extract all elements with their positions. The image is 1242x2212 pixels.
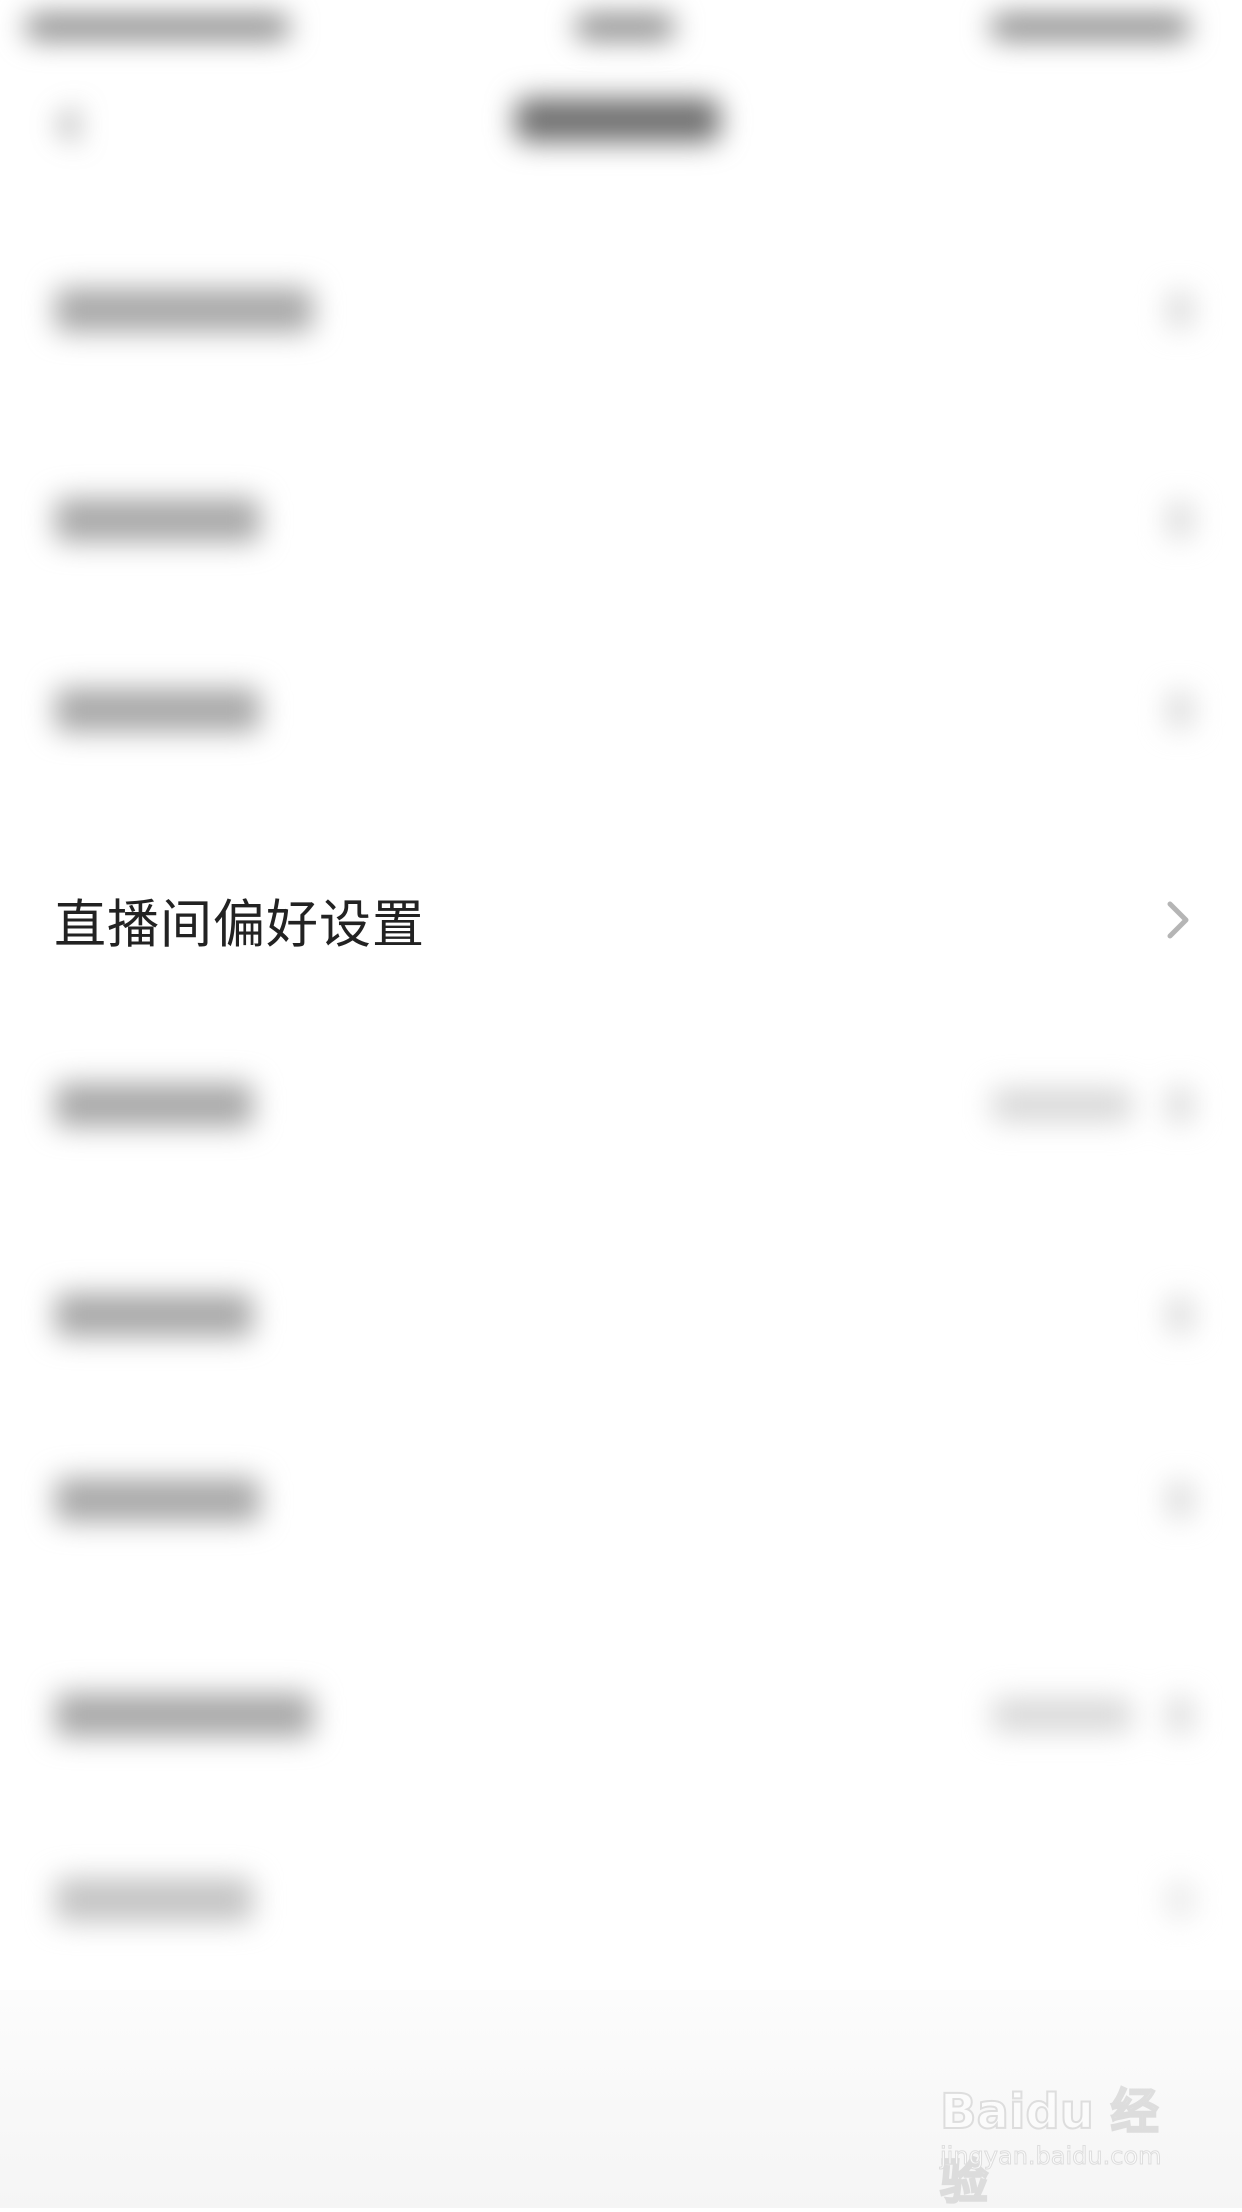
chevron-right-icon <box>1168 292 1192 328</box>
chevron-right-icon <box>1168 1297 1192 1333</box>
chevron-right-icon <box>1168 692 1192 728</box>
status-bar <box>0 0 1242 60</box>
chevron-right-icon <box>1168 1087 1192 1123</box>
row-value <box>992 1088 1132 1122</box>
page-title <box>515 98 720 142</box>
live-room-preference-label: 直播间偏好设置 <box>54 895 426 956</box>
baidu-jingyan-watermark: Baidu 经验 jingyan.baidu.com <box>939 2072 1180 2211</box>
settings-row[interactable] <box>0 1825 1242 1975</box>
row-label <box>55 288 313 332</box>
chevron-right-icon <box>1168 1482 1192 1518</box>
row-label <box>55 1878 253 1922</box>
back-arrow-icon[interactable] <box>50 105 90 145</box>
settings-row[interactable] <box>0 1240 1242 1390</box>
row-label <box>55 1083 253 1127</box>
row-value <box>992 1698 1132 1732</box>
status-bar-time <box>575 14 675 40</box>
chevron-right-icon <box>1168 1697 1192 1733</box>
settings-row[interactable] <box>0 445 1242 595</box>
status-bar-battery <box>990 14 1190 40</box>
row-label <box>55 1478 260 1522</box>
row-label <box>55 1293 253 1337</box>
status-bar-carrier <box>25 14 290 40</box>
settings-row[interactable] <box>0 1640 1242 1790</box>
nav-bar <box>0 60 1242 210</box>
row-label <box>55 688 260 732</box>
chevron-right-icon <box>1168 1882 1192 1918</box>
row-label <box>55 498 260 542</box>
chevron-right-icon <box>1168 502 1192 538</box>
settings-row[interactable] <box>0 235 1242 385</box>
settings-row[interactable] <box>0 1425 1242 1575</box>
settings-row[interactable] <box>0 635 1242 785</box>
settings-row[interactable] <box>0 1030 1242 1180</box>
row-label <box>55 1693 313 1737</box>
watermark-url: jingyan.baidu.com <box>939 2142 1162 2171</box>
live-room-preference-row[interactable]: 直播间偏好设置 <box>0 840 1242 1000</box>
chevron-right-icon <box>1164 898 1194 942</box>
